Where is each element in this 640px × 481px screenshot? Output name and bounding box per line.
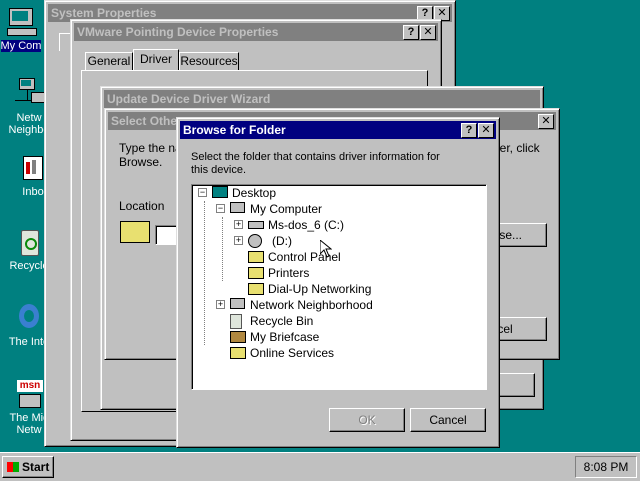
tab-label: Driver (140, 52, 172, 66)
tree-item-label: Recycle Bin (250, 314, 314, 328)
browse-titlebar[interactable]: Browse for Folder ? ✕ (180, 121, 496, 139)
instruction-text-right: der, click (493, 141, 540, 155)
tree-item-label: My Briefcase (250, 330, 320, 344)
cd-drive-icon (248, 234, 264, 248)
recycle-bin-icon (230, 314, 246, 329)
window-title: Update Device Driver Wizard (107, 92, 271, 106)
hard-drive-icon (248, 221, 264, 235)
clock[interactable]: 8:08 PM (584, 460, 629, 474)
desktop-icon-label: Recycle (9, 260, 49, 272)
tab-label: Resources (180, 54, 238, 68)
cancel-button[interactable]: Cancel (410, 408, 486, 432)
expand-icon[interactable]: + (234, 236, 243, 245)
browse-for-folder-dialog[interactable]: Browse for Folder ? ✕ Select the folder … (176, 117, 500, 448)
tree-item-label: My Computer (250, 202, 323, 216)
folder-icon (120, 221, 150, 243)
tab-resources[interactable]: Resources (179, 52, 239, 70)
briefcase-icon (230, 331, 246, 345)
instruction-text: Select the folder that contains driver i… (191, 151, 440, 176)
collapse-icon[interactable]: − (216, 204, 225, 213)
folder-icon (230, 347, 246, 361)
desktop-icon-label: Inbo (22, 186, 44, 198)
my-computer-icon (5, 6, 37, 38)
help-button[interactable]: ? (461, 123, 477, 138)
tree-item-label: Online Services (250, 346, 335, 360)
mouse-cursor-icon (320, 240, 332, 258)
msn-icon: msn (13, 378, 45, 410)
start-label: Start (22, 460, 50, 474)
close-button[interactable]: ✕ (478, 123, 494, 138)
tab-driver[interactable]: Driver (133, 49, 179, 70)
location-label: Location (119, 199, 165, 213)
window-title: System Properties (51, 6, 157, 20)
tree-item-label: Dial-Up Networking (268, 282, 372, 296)
start-button[interactable]: Start (2, 456, 54, 478)
instruction-text-line1: Type the na (119, 141, 182, 155)
tree-item-label: (D:) (272, 234, 292, 248)
tree-item-label: Network Neighborhood (250, 298, 373, 312)
internet-icon (13, 302, 45, 334)
window-title: VMware Pointing Device Properties (77, 25, 279, 39)
expand-icon[interactable]: + (216, 300, 225, 309)
window-title: Browse for Folder (183, 123, 286, 137)
close-button[interactable]: ✕ (420, 25, 436, 40)
computer-icon (230, 202, 246, 216)
tree-item-label: Ms-dos_6 (C:) (268, 218, 345, 232)
printers-folder-icon (248, 267, 264, 281)
desktop-icon-label: My Com (0, 40, 42, 52)
windows-logo-icon (7, 462, 19, 472)
system-tray: 8:08 PM (575, 456, 637, 478)
button-label: OK (358, 413, 376, 427)
folder-tree[interactable]: − Desktop − My Computer + Ms-dos_6 (C:) … (191, 184, 487, 390)
network-icon (13, 78, 45, 110)
close-button[interactable]: ✕ (538, 114, 554, 129)
collapse-icon[interactable]: − (198, 188, 207, 197)
expand-icon[interactable]: + (234, 220, 243, 229)
button-label: Cancel (429, 413, 467, 427)
dialup-folder-icon (248, 283, 264, 297)
instruction-text-line2: Browse. (119, 155, 163, 169)
window-title: Select Othe (111, 114, 178, 128)
wizard-titlebar[interactable]: Update Device Driver Wizard (104, 90, 540, 108)
taskbar: Start 8:08 PM (0, 452, 640, 481)
control-panel-folder-icon (248, 251, 264, 265)
tree-item-label: Printers (268, 266, 310, 280)
desktop-icon (212, 186, 228, 200)
tab-label: General (87, 54, 131, 68)
help-button[interactable]: ? (403, 25, 419, 40)
ok-button[interactable]: OK (329, 408, 405, 432)
network-icon (230, 298, 246, 312)
vmware-properties-titlebar[interactable]: VMware Pointing Device Properties ? ✕ (74, 23, 438, 41)
recycle-bin-icon (13, 226, 45, 258)
tab-general[interactable]: General (85, 52, 133, 70)
tree-item-label: Desktop (232, 186, 277, 200)
